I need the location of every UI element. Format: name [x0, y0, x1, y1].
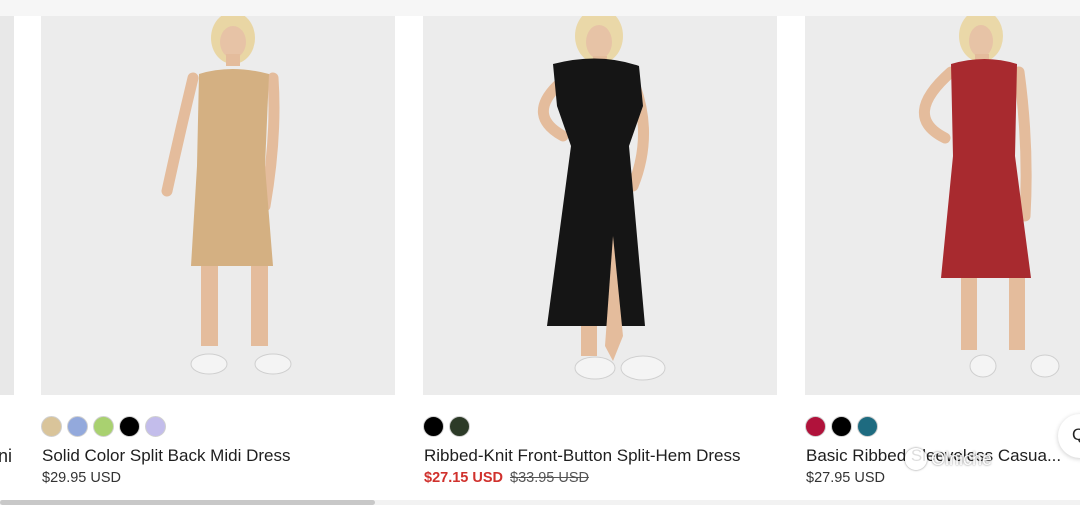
top-strip [0, 0, 1080, 16]
product-title[interactable]: Ribbed-Knit Front-Button Split-Hem Dress [424, 446, 741, 466]
swatch-lavender[interactable] [145, 416, 166, 437]
product-image[interactable] [805, 16, 1080, 395]
swatch-teal[interactable] [857, 416, 878, 437]
product-price: $27.95 USD [806, 470, 885, 486]
partial-product-title[interactable]: ni [0, 446, 12, 467]
product-image[interactable] [423, 16, 777, 395]
product-title[interactable]: Basic Ribbed Sleeveless Casua... [806, 446, 1061, 466]
partial-product-image[interactable] [0, 16, 14, 395]
horizontal-scrollbar[interactable] [0, 500, 1080, 505]
swatch-black[interactable] [831, 416, 852, 437]
price-row: $29.95 USD [42, 470, 121, 486]
swatch-black[interactable] [119, 416, 140, 437]
color-swatches [805, 416, 878, 440]
search-button[interactable]: Q [1058, 414, 1080, 458]
original-price: $33.95 USD [510, 470, 589, 486]
swatch-green[interactable] [93, 416, 114, 437]
search-icon: Q [1072, 425, 1080, 444]
swatch-blue[interactable] [67, 416, 88, 437]
product-image[interactable] [41, 16, 395, 395]
sale-price: $27.15 USD [424, 470, 503, 486]
scrollbar-thumb[interactable] [0, 500, 375, 505]
product-card[interactable]: Solid Color Split Back Midi Dress $29.95… [41, 16, 395, 486]
model-figure [423, 16, 777, 395]
product-card[interactable]: Ribbed-Knit Front-Button Split-Hem Dress… [423, 16, 777, 486]
product-price: $29.95 USD [42, 470, 121, 486]
color-swatches [423, 416, 470, 440]
product-grid-viewport: ni Solid Color Split Back Midi Dress $29… [0, 0, 1080, 505]
swatch-tan[interactable] [41, 416, 62, 437]
swatch-dark-green[interactable] [449, 416, 470, 437]
model-figure [805, 16, 1080, 395]
model-figure [41, 16, 395, 395]
price-row: $27.15 USD $33.95 USD [424, 470, 589, 486]
product-title[interactable]: Solid Color Split Back Midi Dress [42, 446, 290, 466]
product-card[interactable]: Basic Ribbed Sleeveless Casua... $27.95 … [805, 16, 1080, 486]
color-swatches [41, 416, 166, 440]
swatch-black[interactable] [423, 416, 444, 437]
swatch-crimson[interactable] [805, 416, 826, 437]
price-row: $27.95 USD [806, 470, 885, 486]
